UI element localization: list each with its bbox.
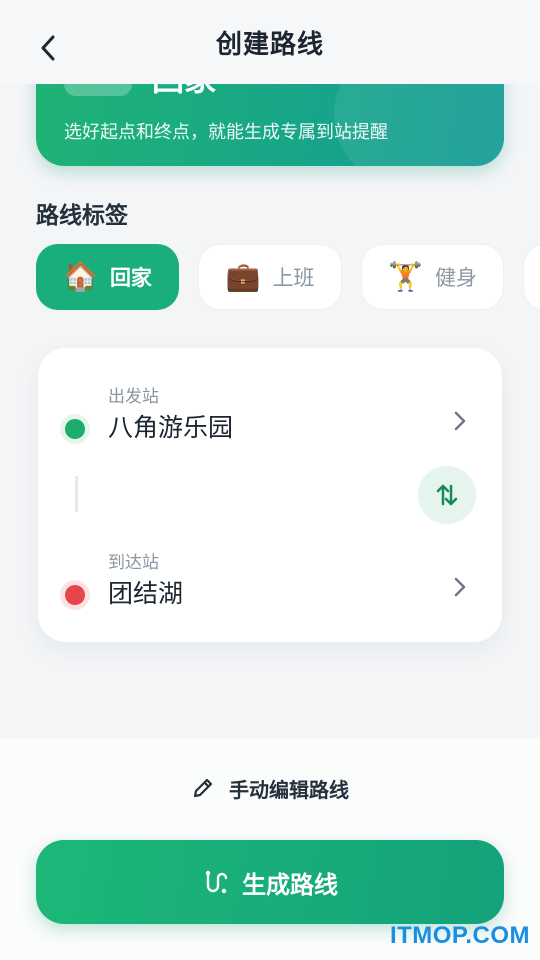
tag-more[interactable] (523, 244, 540, 310)
destination-dot (60, 580, 90, 610)
tag-label: 健身 (434, 266, 477, 290)
tag-section-label: 路线标签 (36, 203, 128, 229)
origin-label: 出发站 (108, 387, 159, 407)
tag-work[interactable]: 💼 上班 (198, 244, 342, 310)
weightlifter-icon: 🏋️ (388, 260, 423, 293)
back-button[interactable] (30, 30, 66, 66)
route-icon (205, 870, 228, 894)
destination-label: 到达站 (108, 553, 159, 573)
chevron-right-icon (448, 406, 472, 436)
briefcase-icon: 💼 (225, 260, 261, 293)
top-bar: 创建路线 (0, 0, 540, 84)
destination-name: 团结湖 (108, 579, 184, 608)
pencil-icon (193, 778, 213, 798)
manual-edit-label: 手动编辑路线 (229, 777, 349, 802)
station-card: 出发站 八角游乐园 到达站 团结湖 (38, 348, 502, 642)
origin-station-row[interactable]: 出发站 八角游乐园 (38, 382, 502, 462)
route-connector (75, 476, 78, 512)
destination-station-row[interactable]: 到达站 团结湖 (38, 548, 502, 628)
generate-route-button[interactable]: 生成路线 (36, 840, 504, 924)
tag-list: 🏠 回家 💼 上班 🏋️ 健身 (36, 244, 540, 310)
origin-dot (60, 414, 90, 444)
hero-subtitle: 选好起点和终点，就能生成专属到站提醒 (64, 122, 388, 143)
tag-label: 回家 (109, 266, 152, 290)
house-icon: 🏠 (63, 260, 98, 293)
origin-name: 八角游乐园 (108, 413, 234, 442)
tag-fitness[interactable]: 🏋️ 健身 (361, 244, 504, 310)
watermark: ITMOP.COM (389, 922, 530, 949)
manual-edit-button[interactable]: 手动编辑路线 (0, 772, 540, 804)
tag-label: 上班 (272, 266, 315, 290)
chevron-left-icon (41, 35, 55, 61)
chevron-right-icon (448, 572, 472, 602)
tag-home[interactable]: 🏠 回家 (36, 244, 179, 310)
swap-stations-button[interactable] (418, 466, 476, 524)
page-title: 创建路线 (215, 29, 324, 60)
swap-arrows-icon (436, 484, 458, 506)
generate-route-label: 生成路线 (242, 870, 338, 899)
